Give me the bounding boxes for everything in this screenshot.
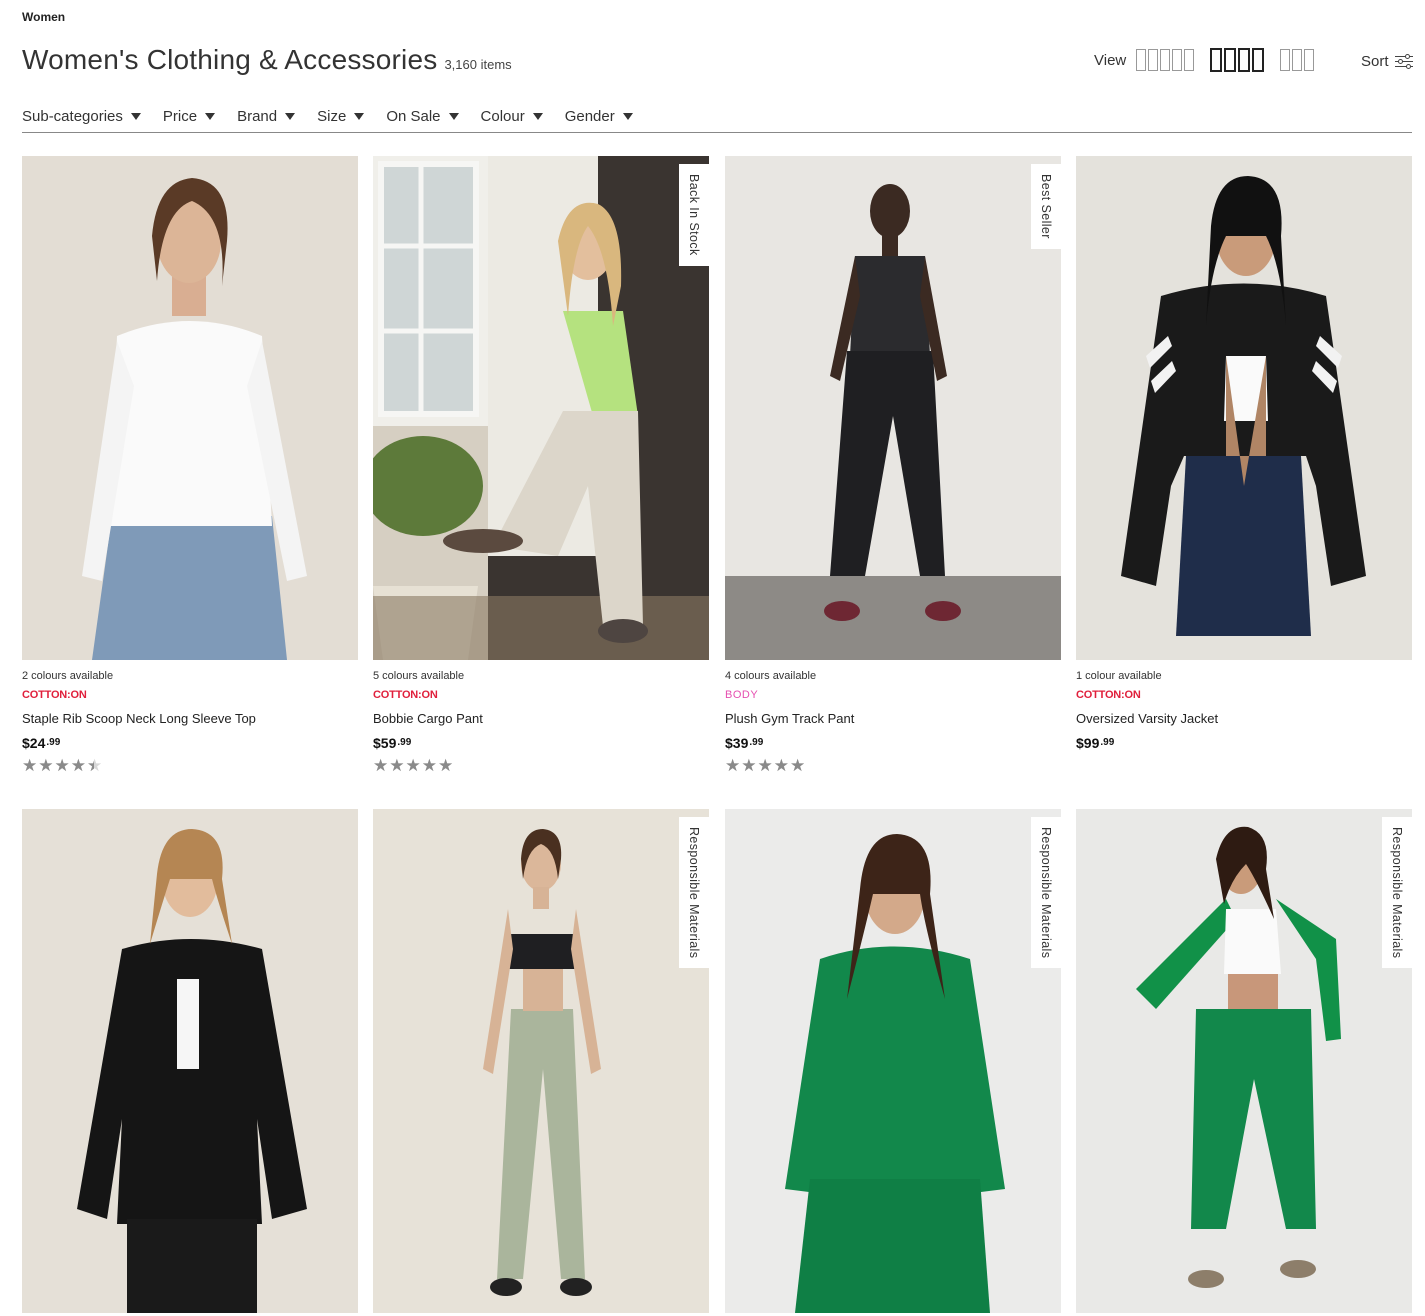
product-card[interactable] bbox=[22, 809, 358, 1313]
product-image[interactable]: Responsible Materials bbox=[373, 809, 709, 1313]
product-price: $59.99 bbox=[373, 735, 412, 751]
product-badge: Best Seller bbox=[1031, 164, 1061, 249]
filter-brand[interactable]: Brand bbox=[237, 106, 296, 126]
caret-down-icon bbox=[205, 112, 216, 120]
sort-button[interactable]: Sort bbox=[1361, 53, 1413, 70]
product-name[interactable]: Oversized Varsity Jacket bbox=[1076, 711, 1412, 726]
product-card[interactable]: Best Seller 4 colours available BODY Plu… bbox=[725, 156, 1061, 775]
view-label: View bbox=[1094, 51, 1127, 69]
filter-size[interactable]: Size bbox=[317, 106, 365, 126]
product-badge: Responsible Materials bbox=[1382, 817, 1412, 969]
colour-count: 2 colours available bbox=[22, 670, 114, 682]
brand-logo: COTTON:ON bbox=[1076, 689, 1141, 701]
product-image[interactable] bbox=[1076, 156, 1412, 660]
colour-count: 1 colour available bbox=[1076, 670, 1162, 682]
filter-price[interactable]: Price bbox=[163, 106, 216, 126]
brand-logo: BODY bbox=[725, 689, 759, 701]
caret-down-icon bbox=[130, 112, 141, 120]
product-badge: Responsible Materials bbox=[1031, 817, 1061, 969]
product-price: $24.99 bbox=[22, 735, 61, 751]
brand-logo: COTTON:ON bbox=[22, 689, 87, 701]
rating-stars: ★★★★★★★★★★ bbox=[373, 756, 455, 775]
caret-down-icon bbox=[622, 112, 633, 120]
product-price: $39.99 bbox=[725, 735, 764, 751]
product-card[interactable]: Responsible Materials bbox=[1076, 809, 1412, 1313]
colour-count: 4 colours available bbox=[725, 670, 817, 682]
product-card[interactable]: Responsible Materials bbox=[725, 809, 1061, 1313]
item-count: 3,160 items bbox=[444, 57, 512, 72]
brand-logo: COTTON:ON bbox=[373, 689, 438, 701]
caret-down-icon bbox=[448, 112, 459, 120]
rating-stars: ★★★★★★★★★★ bbox=[725, 756, 807, 775]
caret-down-icon bbox=[532, 112, 543, 120]
filter-gender[interactable]: Gender bbox=[565, 106, 633, 126]
filter-sub-categories[interactable]: Sub-categories bbox=[22, 106, 141, 126]
filter-colour[interactable]: Colour bbox=[481, 106, 543, 126]
page-header: Women's Clothing & Accessories 3,160 ite… bbox=[22, 44, 512, 76]
rating-stars: ★★★★★★★★★★ bbox=[22, 756, 104, 775]
filter-bar: Sub-categories Price Brand Size On Sale … bbox=[22, 106, 1412, 133]
product-card[interactable]: Responsible Materials bbox=[373, 809, 709, 1313]
product-card[interactable]: 1 colour available COTTON:ON Oversized V… bbox=[1076, 156, 1412, 751]
product-name[interactable]: Staple Rib Scoop Neck Long Sleeve Top bbox=[22, 711, 358, 726]
product-image[interactable]: Best Seller bbox=[725, 156, 1061, 660]
page-title: Women's Clothing & Accessories bbox=[22, 44, 438, 75]
view-3-columns-icon[interactable] bbox=[1280, 49, 1315, 71]
product-image[interactable]: Responsible Materials bbox=[725, 809, 1061, 1313]
product-image[interactable]: Responsible Materials bbox=[1076, 809, 1412, 1313]
view-switcher: View bbox=[1094, 48, 1330, 72]
view-5-columns-icon[interactable] bbox=[1136, 49, 1195, 71]
filter-on-sale[interactable]: On Sale bbox=[386, 106, 459, 126]
product-image[interactable]: Back In Stock bbox=[373, 156, 709, 660]
caret-down-icon bbox=[354, 112, 365, 120]
product-price: $99.99 bbox=[1076, 735, 1115, 751]
colour-count: 5 colours available bbox=[373, 670, 465, 682]
product-name[interactable]: Bobbie Cargo Pant bbox=[373, 711, 709, 726]
product-card[interactable]: Back In Stock 5 colours available COTTON… bbox=[373, 156, 709, 775]
product-image[interactable] bbox=[22, 156, 358, 660]
product-image[interactable] bbox=[22, 809, 358, 1313]
product-card[interactable]: 2 colours available COTTON:ON Staple Rib… bbox=[22, 156, 358, 775]
product-badge: Responsible Materials bbox=[679, 817, 709, 969]
sort-label: Sort bbox=[1361, 53, 1389, 70]
product-name[interactable]: Plush Gym Track Pant bbox=[725, 711, 1061, 726]
breadcrumb[interactable]: Women bbox=[22, 10, 65, 24]
product-badge: Back In Stock bbox=[679, 164, 709, 266]
caret-down-icon bbox=[285, 112, 296, 120]
view-4-columns-icon[interactable] bbox=[1210, 48, 1265, 72]
sliders-icon bbox=[1394, 53, 1413, 70]
